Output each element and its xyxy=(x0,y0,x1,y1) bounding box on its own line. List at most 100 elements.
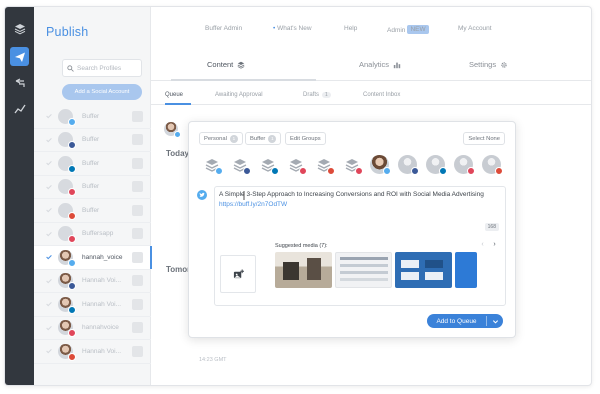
suggested-media-thumbnail[interactable] xyxy=(455,252,477,288)
add-to-queue-button[interactable]: Add to Queue xyxy=(427,314,503,328)
buffer-profile-icon[interactable] xyxy=(342,155,363,175)
tab-content[interactable]: Content xyxy=(207,60,245,69)
add-media-button[interactable] xyxy=(220,255,256,293)
whats-new-link[interactable]: • What's New xyxy=(273,25,312,32)
group-buffer-chip[interactable]: Buffer 1 xyxy=(245,132,282,145)
edit-groups-button[interactable]: Edit Groups xyxy=(285,132,326,145)
tab-drafts[interactable]: Drafts 1 xyxy=(303,92,331,98)
suggested-media-nav: ‹ › xyxy=(478,240,499,249)
queue-count-badge xyxy=(132,157,143,169)
profile-avatar[interactable] xyxy=(426,155,447,175)
chevron-right-icon[interactable]: › xyxy=(490,240,499,249)
sidebar-profile-item[interactable]: Buffer xyxy=(34,152,151,176)
buffer-profile-icon[interactable] xyxy=(230,155,251,175)
queue-count-badge xyxy=(132,110,143,122)
checkmark-icon[interactable] xyxy=(44,111,54,121)
my-account-link[interactable]: My Account xyxy=(458,25,492,32)
pinterest-icon xyxy=(68,188,76,197)
sidebar-profile-item[interactable]: Buffersapp xyxy=(34,223,151,246)
checkmark-icon[interactable] xyxy=(44,323,54,333)
profile-avatar[interactable] xyxy=(398,155,419,175)
add-social-account-button[interactable]: Add a Social Account xyxy=(62,84,142,100)
sidebar-profile-item[interactable]: Buffer xyxy=(34,105,151,129)
sidebar-profile-item[interactable]: Buffer xyxy=(34,129,151,152)
profile-name: Buffer xyxy=(82,206,100,214)
avatar xyxy=(58,296,76,314)
queue-count-badge xyxy=(132,181,143,193)
checkmark-icon[interactable] xyxy=(44,135,54,145)
suggested-media-label: Suggested media (7): xyxy=(275,243,328,249)
suggested-media-thumbnail[interactable] xyxy=(275,252,332,288)
tab-awaiting-approval[interactable]: Awaiting Approval xyxy=(215,92,263,98)
profile-avatar[interactable] xyxy=(482,155,503,175)
sidebar-profile-item[interactable]: Hannah Voi... xyxy=(34,270,151,293)
post-editor[interactable]: A Simple 3-Step Approach to Increasing C… xyxy=(214,186,506,306)
sidebar-profile-item[interactable]: Hannah Voi... xyxy=(34,293,151,317)
buffer-admin-link[interactable]: Buffer Admin xyxy=(205,25,242,32)
checkmark-icon[interactable] xyxy=(44,252,54,262)
suggested-media-thumbnail[interactable] xyxy=(395,252,452,288)
checkmark-icon[interactable] xyxy=(44,205,54,215)
layers-icon[interactable] xyxy=(10,19,29,38)
search-icon xyxy=(67,64,74,72)
profile-name: Buffer xyxy=(82,183,100,191)
checkmark-icon[interactable] xyxy=(44,276,54,286)
suggested-media-thumbnail[interactable] xyxy=(335,252,392,288)
select-none-button[interactable]: Select None xyxy=(463,132,505,145)
profile-name: Buffer xyxy=(82,112,100,120)
network-badge-icon xyxy=(299,167,307,175)
group-personal-chip[interactable]: Personal 1 xyxy=(199,132,243,145)
linkedin-icon xyxy=(68,305,76,314)
tab-queue[interactable]: Queue xyxy=(165,92,183,98)
profile-name: hannahvoice xyxy=(82,324,119,332)
network-badge-icon xyxy=(467,167,475,175)
buffer-profile-icon[interactable] xyxy=(314,155,335,175)
reply-icon[interactable] xyxy=(10,73,29,92)
profile-name: Hannah Voi... xyxy=(82,300,122,308)
suggested-media-list xyxy=(275,252,477,288)
analytics-icon[interactable] xyxy=(10,99,29,118)
network-badge-icon xyxy=(411,167,419,175)
checkmark-icon[interactable] xyxy=(44,158,54,168)
buffer-profile-icon[interactable] xyxy=(202,155,223,175)
checkmark-icon[interactable] xyxy=(44,229,54,239)
help-link[interactable]: Help xyxy=(344,25,357,32)
sidebar-profile-item[interactable]: hannahvoice xyxy=(34,317,151,340)
search-placeholder: Search Profiles xyxy=(77,64,122,72)
sub-tab-underline xyxy=(165,103,191,105)
checkmark-icon[interactable] xyxy=(44,182,54,192)
queue-avatar xyxy=(164,122,181,138)
profile-name: Buffer xyxy=(82,136,100,144)
chevron-left-icon[interactable]: ‹ xyxy=(478,240,487,249)
buffer-profile-icon[interactable] xyxy=(258,155,279,175)
post-text[interactable]: A Simple 3-Step Approach to Increasing C… xyxy=(219,191,484,198)
profile-avatar[interactable] xyxy=(454,155,475,175)
tab-analytics[interactable]: Analytics xyxy=(359,60,401,69)
tab-underline xyxy=(171,79,316,81)
paper-plane-icon[interactable] xyxy=(10,47,29,66)
tab-content-inbox[interactable]: Content Inbox xyxy=(363,92,400,98)
post-link[interactable]: https://buff.ly/2n7OdTW xyxy=(219,201,287,208)
network-badge-icon xyxy=(439,167,447,175)
admin-link[interactable]: Admin NEW xyxy=(387,25,429,34)
twitter-icon xyxy=(68,258,76,267)
avatar xyxy=(58,108,76,126)
buffer-profile-icon[interactable] xyxy=(286,155,307,175)
sidebar-profile-item[interactable]: Buffer xyxy=(34,199,151,223)
profile-avatar[interactable] xyxy=(370,155,391,175)
chevron-down-icon[interactable] xyxy=(487,318,503,325)
profile-name: Hannah Voi... xyxy=(82,277,122,285)
search-input[interactable]: Search Profiles xyxy=(62,59,142,77)
sidebar-profile-item[interactable]: hannah_voice xyxy=(34,246,152,270)
avatar xyxy=(58,132,76,150)
checkmark-icon[interactable] xyxy=(44,346,54,356)
sidebar-profile-item[interactable]: Buffer xyxy=(34,176,151,199)
twitter-icon xyxy=(197,190,207,200)
tab-settings[interactable]: Settings xyxy=(469,60,508,69)
queue-count-badge xyxy=(132,204,143,216)
checkmark-icon[interactable] xyxy=(44,299,54,309)
sidebar-profile-item[interactable]: Hannah Voi... xyxy=(34,340,151,364)
network-badge-icon xyxy=(355,167,363,175)
day-label-tomorrow: Tomor xyxy=(166,265,191,274)
pinterest-icon xyxy=(68,329,76,338)
